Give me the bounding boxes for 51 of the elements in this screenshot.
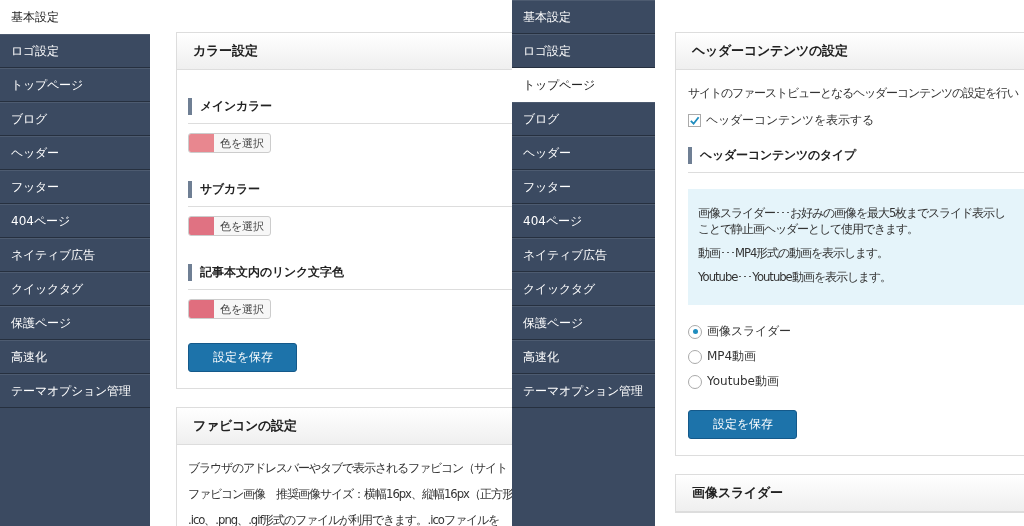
section-heading: サブカラー bbox=[188, 181, 260, 198]
radio-label: MP4動画 bbox=[707, 348, 757, 365]
sidebar-item[interactable]: 基本設定 bbox=[512, 0, 655, 34]
card-title: ファビコンの設定 bbox=[193, 417, 297, 435]
color-picker-button[interactable]: 色を選択 bbox=[188, 133, 271, 153]
sidebar-item[interactable]: ネイティブ広告 bbox=[512, 238, 655, 272]
sidebar-item[interactable]: クイックタグ bbox=[0, 272, 150, 306]
description-text: .ico、.png、.gif形式のファイルが利用できます。.icoファイルを bbox=[188, 513, 499, 526]
sidebar-item[interactable]: ロゴ設定 bbox=[0, 34, 150, 68]
card-title: 画像スライダー bbox=[692, 484, 783, 502]
info-text: ことで静止画ヘッダーとして使用できます。 bbox=[698, 222, 918, 236]
sidebar-item[interactable]: 高速化 bbox=[512, 340, 655, 374]
sidebar-item[interactable]: 404ページ bbox=[512, 204, 655, 238]
sidebar-item[interactable]: 保護ページ bbox=[0, 306, 150, 340]
section-heading: 記事本文内のリンク文字色 bbox=[188, 264, 344, 281]
sidebar-item[interactable]: トップページ bbox=[0, 68, 150, 102]
sidebar-item[interactable]: ブログ bbox=[0, 102, 150, 136]
radio-button[interactable] bbox=[688, 374, 702, 389]
sidebar-item[interactable]: 保護ページ bbox=[512, 306, 655, 340]
sidebar-item[interactable]: ロゴ設定 bbox=[512, 34, 655, 68]
color-picker-button[interactable]: 色を選択 bbox=[188, 216, 271, 236]
section-heading: ヘッダーコンテンツのタイプ bbox=[688, 147, 856, 164]
sidebar-item[interactable]: ブログ bbox=[512, 102, 655, 136]
sidebar-item[interactable]: フッター bbox=[0, 170, 150, 204]
description-text: ブラウザのアドレスバーやタブで表示されるファビコン（サイト bbox=[188, 461, 507, 475]
color-picker-button[interactable]: 色を選択 bbox=[188, 299, 271, 319]
radio-button[interactable] bbox=[688, 324, 702, 339]
description-text: ファビコン画像 推奨画像サイズ：横幅16px、縦幅16px（正方形 bbox=[188, 487, 512, 501]
radio-label: Youtube動画 bbox=[707, 373, 779, 390]
sidebar-item[interactable]: ヘッダー bbox=[512, 136, 655, 170]
checkbox-label: ヘッダーコンテンツを表示する bbox=[706, 112, 874, 129]
card-title: ヘッダーコンテンツの設定 bbox=[692, 42, 848, 60]
radio-label: 画像スライダー bbox=[707, 323, 791, 340]
radio-button[interactable] bbox=[688, 349, 702, 364]
card-title: カラー設定 bbox=[193, 42, 258, 60]
sidebar-item[interactable]: クイックタグ bbox=[512, 272, 655, 306]
section-heading: メインカラー bbox=[188, 98, 272, 115]
save-button[interactable]: 設定を保存 bbox=[188, 343, 297, 372]
description-text: サイトのファーストビューとなるヘッダーコンテンツの設定を行い bbox=[688, 86, 1018, 100]
info-text: 画像スライダー･･･お好みの画像を最大5枚までスライド表示し bbox=[698, 206, 1006, 220]
sidebar-item[interactable]: 404ページ bbox=[0, 204, 150, 238]
info-text: Youtube･･･Youtube動画を表示します。 bbox=[698, 270, 891, 284]
sidebar-item[interactable]: ネイティブ広告 bbox=[0, 238, 150, 272]
checkbox[interactable] bbox=[688, 114, 701, 127]
info-text: 動画･･･MP4形式の動画を表示します。 bbox=[698, 246, 889, 260]
sidebar-item[interactable]: フッター bbox=[512, 170, 655, 204]
sidebar-item[interactable]: 高速化 bbox=[0, 340, 150, 374]
save-button[interactable]: 設定を保存 bbox=[688, 410, 797, 439]
sidebar-item[interactable]: テーマオプション管理 bbox=[0, 374, 150, 408]
sidebar-item[interactable]: テーマオプション管理 bbox=[512, 374, 655, 408]
sidebar-item[interactable]: ヘッダー bbox=[0, 136, 150, 170]
